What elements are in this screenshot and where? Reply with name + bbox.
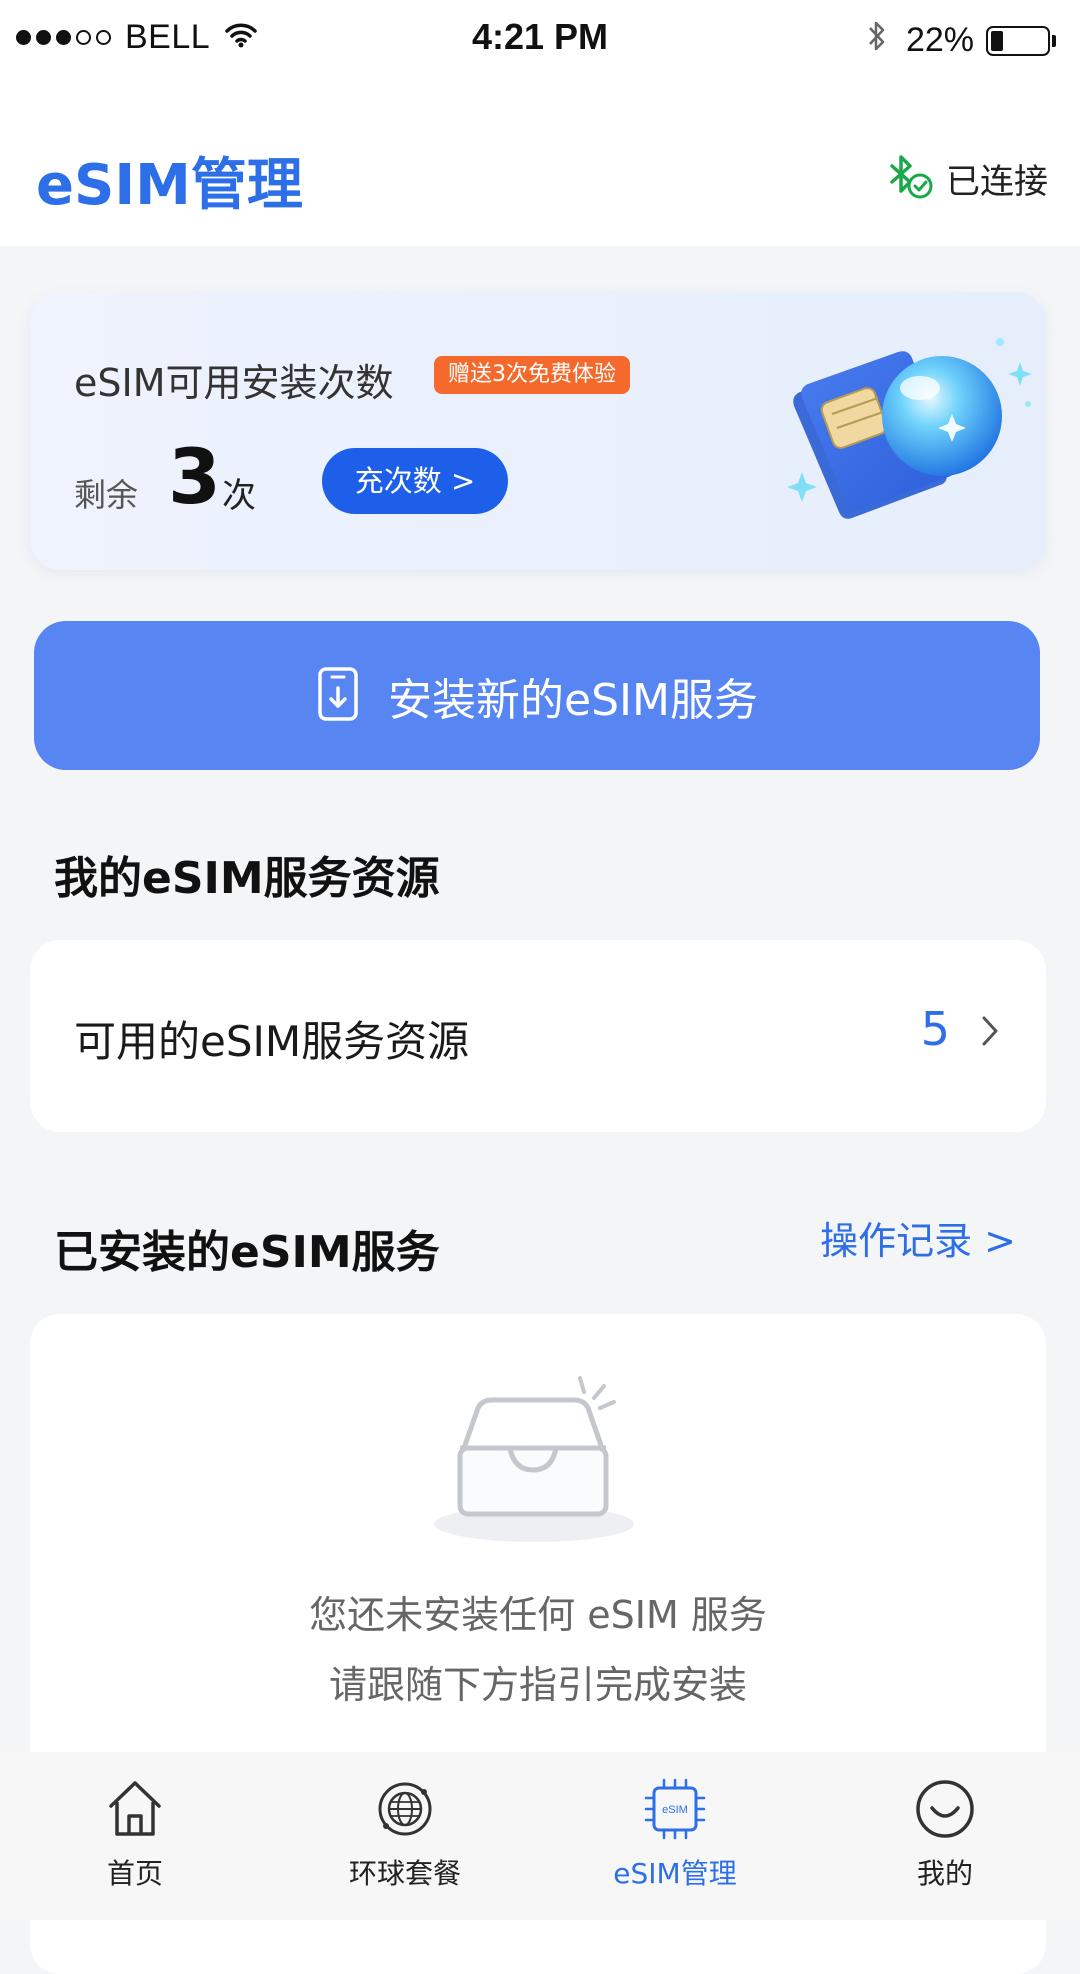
battery-tip [1052,34,1056,47]
install-button-label: 安装新的eSIM服务 [388,674,758,726]
status-bar: BELL 4:21 PM 22% [0,0,1080,78]
tab-global-plans[interactable]: 环球套餐 [270,1752,540,1920]
tab-label: eSIM管理 [613,1857,737,1890]
quota-title: eSIM可用安装次数 [74,361,394,405]
remain-label: 剩余 [74,476,139,514]
sim-card-illustration [770,322,1040,546]
tab-label: 我的 [916,1857,973,1890]
home-icon [105,1776,165,1842]
battery-percent: 22% [905,21,974,59]
connection-status[interactable]: 已连接 [884,150,1048,206]
tab-label: 首页 [106,1857,163,1890]
globe-icon [375,1776,435,1842]
resources-row-label: 可用的eSIM服务资源 [74,1017,470,1066]
bluetooth-connected-icon [884,150,936,206]
tab-esim-management[interactable]: eSIM eSIM管理 [540,1752,810,1920]
tab-home[interactable]: 首页 [0,1752,270,1920]
available-resources-row[interactable]: 可用的eSIM服务资源 5 [30,940,1046,1132]
resources-section-title: 我的eSIM服务资源 [54,853,440,904]
install-new-esim-button[interactable]: 安装新的eSIM服务 [34,621,1040,770]
status-right: 22% [866,18,1056,63]
remain-count: 3 [168,432,221,521]
operation-records-link[interactable]: 操作记录 > [820,1210,1016,1265]
bottom-tab-bar: 首页 环球套餐 eSIM eSIM管理 我的 [0,1752,1080,1920]
chevron-right-icon [980,1014,1000,1052]
battery-icon [986,25,1050,56]
page-title: eSIM管理 [36,153,303,218]
battery-level [991,30,1003,51]
installed-section-title: 已安装的eSIM服务 [54,1227,440,1278]
esim-chip-icon: eSIM [642,1776,708,1842]
tab-profile[interactable]: 我的 [810,1752,1080,1920]
phone-download-icon [316,666,360,726]
connection-label: 已连接 [946,161,1048,202]
remain-unit: 次 [222,476,256,516]
app-header: eSIM管理 已连接 [0,78,1080,246]
install-quota-card: eSIM可用安装次数 赠送3次免费体验 剩余 3 次 充次数 > [30,292,1046,570]
free-trial-badge: 赠送3次免费体验 [434,356,630,394]
empty-box-icon [434,1374,644,1558]
svg-text:eSIM: eSIM [662,1804,688,1816]
smiley-icon [914,1776,976,1842]
recharge-button[interactable]: 充次数 > [322,448,508,514]
empty-state-hint: 请跟随下方指引完成安装 [328,1663,747,1707]
resources-count: 5 [920,1002,950,1056]
tab-label: 环球套餐 [348,1857,461,1890]
empty-state-message: 您还未安装任何 eSIM 服务 [309,1593,767,1637]
bluetooth-icon [866,18,888,63]
